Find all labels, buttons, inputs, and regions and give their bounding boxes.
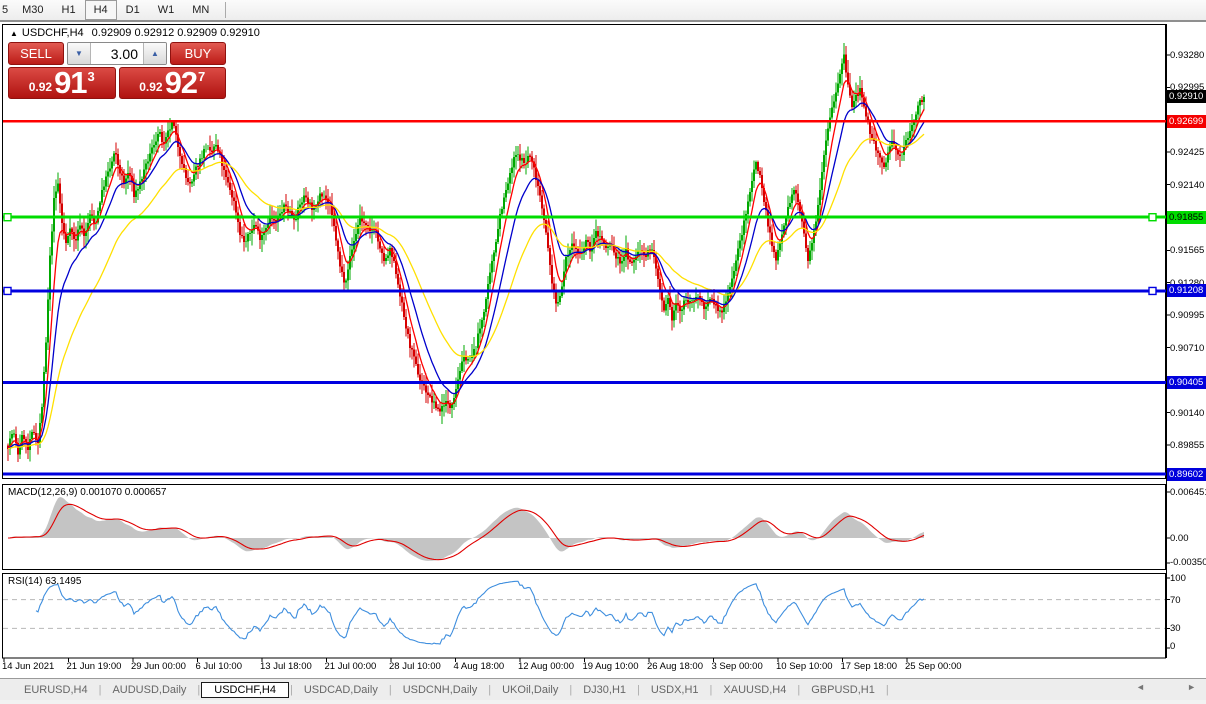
rsi-scale-label: 70: [1170, 595, 1181, 606]
date-tick-label: 14 Jun 2021: [2, 661, 54, 672]
status-bar: [0, 700, 1206, 704]
chart-tab-eurusd[interactable]: EURUSD,H4: [14, 682, 98, 698]
sell-button[interactable]: SELL: [8, 42, 64, 65]
price-badge: 0.92910: [1167, 90, 1206, 103]
tab-scroll-left-icon[interactable]: ◄: [1136, 682, 1145, 692]
timeframe-button-mn[interactable]: MN: [183, 0, 218, 20]
chart-tab-usdchf[interactable]: USDCHF,H4: [201, 682, 289, 698]
chart-tab-usdcad[interactable]: USDCAD,Daily: [294, 682, 388, 698]
tab-separator: |: [569, 684, 572, 696]
date-tick-label: 28 Jul 10:00: [389, 661, 441, 672]
price-badge: 0.92699: [1167, 115, 1206, 128]
price-tick-label: 0.91565: [1170, 245, 1204, 256]
tab-scroll-nav: ◄ ►: [1136, 682, 1196, 692]
price-tick-label: 0.93280: [1170, 50, 1204, 61]
price-tick-label: 0.92140: [1170, 180, 1204, 191]
date-tick-label: 25 Sep 00:00: [905, 661, 962, 672]
buy-price-pip: 7: [198, 69, 205, 84]
price-tick-label: 0.90140: [1170, 408, 1204, 419]
macd-scale-label: 0.006451: [1170, 487, 1206, 498]
chart-tab-gbpusd[interactable]: GBPUSD,H1: [801, 682, 885, 698]
rsi-scale-label: 0: [1170, 641, 1175, 652]
quote-ohlc-values: 0.92909 0.92912 0.92909 0.92910: [92, 27, 260, 39]
timeframe-button-h4[interactable]: H4: [85, 0, 117, 20]
volume-stepper: ▼ ▲: [67, 42, 167, 65]
sell-price-pip: 3: [88, 69, 95, 84]
date-tick-label: 13 Jul 18:00: [260, 661, 312, 672]
volume-increase-button[interactable]: ▲: [143, 43, 166, 64]
timeframe-button-w1[interactable]: W1: [149, 0, 184, 20]
date-tick-label: 10 Sep 10:00: [776, 661, 833, 672]
date-tick-label: 17 Sep 18:00: [841, 661, 898, 672]
quote-header: ▲ USDCHF,H4 0.92909 0.92912 0.92909 0.9291…: [10, 27, 260, 39]
rsi-label: RSI(14) 63.1495: [8, 576, 81, 587]
price-tick-label: 0.89855: [1170, 440, 1204, 451]
rsi-scale-label: 100: [1170, 573, 1186, 584]
mt4-window: { "toolbar": { "buttons": [ {"label": "5…: [0, 0, 1206, 704]
date-tick-label: 12 Aug 00:00: [518, 661, 574, 672]
sell-price-display[interactable]: 0.92913: [8, 67, 116, 99]
tab-separator: |: [637, 684, 640, 696]
volume-input[interactable]: [91, 43, 143, 64]
timeframe-button-d1[interactable]: D1: [117, 0, 149, 20]
price-badge: 0.91855: [1167, 211, 1206, 224]
macd-scale-label: -0.003507: [1170, 557, 1206, 568]
rsi-scale-label: 30: [1170, 623, 1181, 634]
quote-symbol: USDCHF,H4: [22, 27, 84, 39]
tab-separator: |: [797, 684, 800, 696]
tab-separator: |: [197, 684, 200, 696]
date-tick-label: 29 Jun 00:00: [131, 661, 186, 672]
macd-scale-label: 0.00: [1170, 533, 1189, 544]
timeframe-toolbar: 5M30H1H4D1W1MN: [0, 0, 1206, 22]
sell-price-prefix: 0.92: [29, 80, 52, 94]
date-tick-label: 21 Jun 19:00: [67, 661, 122, 672]
chart-tab-dj30[interactable]: DJ30,H1: [573, 682, 636, 698]
date-tick-label: 6 Jul 10:00: [196, 661, 242, 672]
tab-separator: |: [389, 684, 392, 696]
price-tick-label: 0.90995: [1170, 310, 1204, 321]
sell-price-big: 91: [54, 70, 86, 96]
buy-button[interactable]: BUY: [170, 42, 226, 65]
buy-price-big: 92: [165, 70, 197, 96]
timeframe-button-h1[interactable]: H1: [53, 0, 85, 20]
tab-separator: |: [710, 684, 713, 696]
date-tick-label: 21 Jul 00:00: [325, 661, 377, 672]
tab-scroll-right-icon[interactable]: ►: [1187, 682, 1196, 692]
chart-tab-audusd[interactable]: AUDUSD,Daily: [102, 682, 196, 698]
tab-separator: |: [488, 684, 491, 696]
date-tick-label: 3 Sep 00:00: [712, 661, 763, 672]
chart-tab-usdx[interactable]: USDX,H1: [641, 682, 709, 698]
chart-canvas[interactable]: [0, 0, 1206, 704]
tab-separator: |: [886, 684, 889, 696]
buy-price-prefix: 0.92: [139, 80, 162, 94]
chart-tab-xauusd[interactable]: XAUUSD,H4: [713, 682, 796, 698]
one-click-trade-panel: SELL ▼ ▲ BUY 0.92913 0.92927: [8, 42, 226, 99]
buy-price-display[interactable]: 0.92927: [119, 67, 227, 99]
volume-decrease-button[interactable]: ▼: [68, 43, 91, 64]
date-tick-label: 4 Aug 18:00: [454, 661, 505, 672]
price-tick-label: 0.92425: [1170, 147, 1204, 158]
price-badge: 0.89602: [1167, 468, 1206, 481]
price-badge: 0.90405: [1167, 376, 1206, 389]
chart-tab-usdcnh[interactable]: USDCNH,Daily: [393, 682, 488, 698]
date-tick-label: 19 Aug 10:00: [583, 661, 639, 672]
timeframe-button-m30[interactable]: M30: [13, 0, 52, 20]
chart-tab-ukoil[interactable]: UKOil,Daily: [492, 682, 568, 698]
tab-separator: |: [290, 684, 293, 696]
collapse-panel-icon[interactable]: ▲: [10, 29, 18, 38]
timeframe-button-5[interactable]: 5: [0, 0, 13, 20]
date-tick-label: 26 Aug 18:00: [647, 661, 703, 672]
toolbar-separator: [225, 2, 226, 18]
tab-separator: |: [99, 684, 102, 696]
chart-tabbar: EURUSD,H4|AUDUSD,Daily|USDCHF,H4|USDCAD,…: [0, 678, 1206, 700]
price-tick-label: 0.90710: [1170, 343, 1204, 354]
price-badge: 0.91208: [1167, 284, 1206, 297]
macd-label: MACD(12,26,9) 0.001070 0.000657: [8, 487, 166, 498]
